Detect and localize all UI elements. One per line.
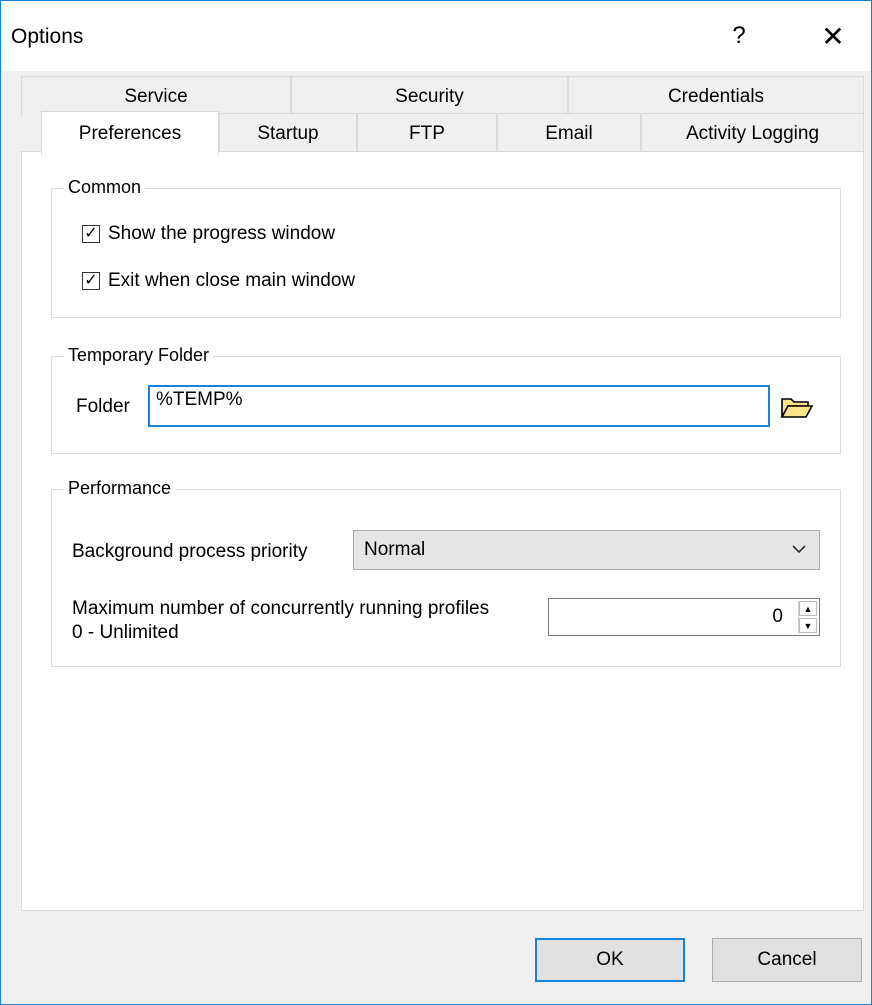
increment-button[interactable]: ▲ bbox=[799, 601, 817, 616]
tab-label: Service bbox=[124, 85, 188, 107]
tab-security[interactable]: Security bbox=[291, 76, 568, 116]
show-progress-label: Show the progress window bbox=[108, 223, 336, 244]
show-progress-checkbox[interactable]: ✓ bbox=[82, 225, 100, 243]
close-icon: ✕ bbox=[821, 20, 845, 52]
cancel-button[interactable]: Cancel bbox=[712, 938, 862, 982]
tab-credentials[interactable]: Credentials bbox=[568, 76, 864, 116]
folder-input[interactable]: %TEMP% bbox=[148, 385, 770, 427]
folder-label: Folder bbox=[76, 396, 130, 417]
common-group: Common ✓ Show the progress window ✓ Exit… bbox=[51, 177, 841, 318]
tab-activity-logging[interactable]: Activity Logging bbox=[641, 113, 864, 153]
show-progress-option[interactable]: ✓ Show the progress window bbox=[82, 223, 335, 245]
window-title: Options bbox=[11, 25, 84, 48]
tab-label: Activity Logging bbox=[685, 122, 820, 144]
preferences-panel: Common ✓ Show the progress window ✓ Exit… bbox=[21, 151, 864, 911]
options-dialog: Options ? ✕ Service Security Credentials… bbox=[0, 0, 872, 1005]
exit-on-close-checkbox[interactable]: ✓ bbox=[82, 272, 100, 290]
folder-input-value: %TEMP% bbox=[156, 389, 243, 410]
tab-label: Startup bbox=[257, 122, 319, 144]
tab-ftp[interactable]: FTP bbox=[357, 113, 497, 153]
ok-button-label: OK bbox=[596, 949, 624, 970]
exit-on-close-option[interactable]: ✓ Exit when close main window bbox=[82, 270, 355, 292]
tab-label: FTP bbox=[409, 122, 445, 144]
tab-row-back: Service Security Credentials bbox=[21, 76, 864, 116]
checkmark-icon: ✓ bbox=[84, 272, 98, 289]
temp-folder-group: Temporary Folder Folder %TEMP% bbox=[51, 345, 841, 454]
title-bar: Options ? ✕ bbox=[1, 1, 871, 71]
tab-label: Email bbox=[545, 122, 593, 144]
triangle-down-icon: ▼ bbox=[803, 620, 813, 631]
tab-label: Security bbox=[395, 85, 464, 107]
chevron-down-icon bbox=[792, 545, 806, 554]
tab-service[interactable]: Service bbox=[21, 76, 291, 116]
triangle-up-icon: ▲ bbox=[803, 603, 813, 614]
tab-label: Credentials bbox=[667, 85, 765, 107]
priority-label: Background process priority bbox=[72, 541, 308, 562]
max-profiles-stepper[interactable]: 0 ▲ ▼ bbox=[548, 598, 820, 636]
priority-select[interactable]: Normal bbox=[353, 530, 820, 570]
max-profiles-label-line2: 0 - Unlimited bbox=[72, 622, 179, 643]
tab-preferences[interactable]: Preferences bbox=[41, 111, 219, 155]
ok-button[interactable]: OK bbox=[535, 938, 685, 982]
tab-label: Preferences bbox=[78, 122, 182, 144]
tab-email[interactable]: Email bbox=[497, 113, 641, 153]
folder-open-icon[interactable] bbox=[780, 393, 814, 421]
priority-select-value: Normal bbox=[364, 539, 426, 560]
help-button[interactable]: ? bbox=[715, 15, 763, 57]
stepper-buttons: ▲ ▼ bbox=[798, 601, 817, 633]
exit-on-close-label: Exit when close main window bbox=[108, 270, 356, 291]
decrement-button[interactable]: ▼ bbox=[799, 618, 817, 633]
help-icon: ? bbox=[732, 22, 746, 49]
checkmark-icon: ✓ bbox=[84, 225, 98, 242]
performance-group: Performance Background process priority … bbox=[51, 478, 841, 667]
tab-row-front: Preferences Startup FTP Email Activity L… bbox=[21, 111, 864, 155]
common-group-title: Common bbox=[64, 177, 146, 198]
performance-group-title: Performance bbox=[64, 478, 176, 499]
cancel-button-label: Cancel bbox=[757, 949, 817, 970]
max-profiles-label-line1: Maximum number of concurrently running p… bbox=[72, 598, 490, 619]
tab-startup[interactable]: Startup bbox=[219, 113, 357, 153]
temp-folder-group-title: Temporary Folder bbox=[64, 345, 214, 366]
max-profiles-value: 0 bbox=[772, 606, 783, 627]
close-button[interactable]: ✕ bbox=[809, 15, 857, 57]
